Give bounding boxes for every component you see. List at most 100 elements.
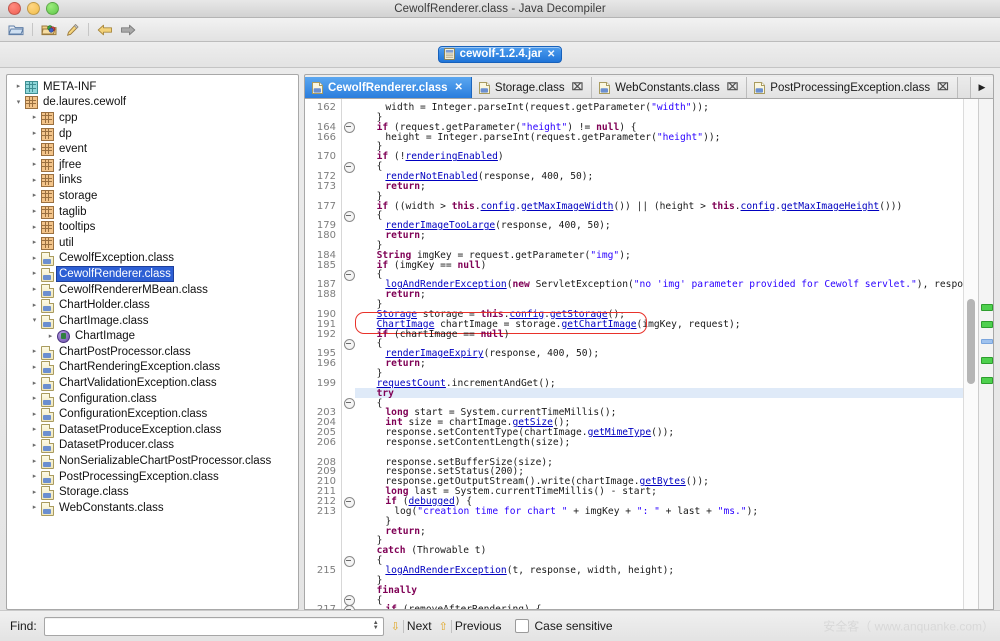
tree-node[interactable]: ▸ChartRenderingException.class bbox=[7, 360, 298, 376]
highlight-button[interactable] bbox=[62, 20, 82, 39]
code-line[interactable]: if (removeAfterRendering) { bbox=[385, 605, 541, 609]
chevron-right-icon[interactable]: ▸ bbox=[29, 208, 40, 215]
code-line[interactable]: height = Integer.parseInt(request.getPar… bbox=[385, 133, 720, 143]
tree-node[interactable]: ▾de.laures.cewolf bbox=[7, 95, 298, 111]
code-viewer[interactable]: 1621641661701721731771791801841851871881… bbox=[304, 98, 994, 610]
chevron-right-icon[interactable]: ▸ bbox=[29, 364, 40, 371]
code-line[interactable]: return; bbox=[385, 231, 425, 241]
chevron-right-icon[interactable]: ▸ bbox=[29, 458, 40, 465]
code-line[interactable]: return; bbox=[385, 182, 425, 192]
chevron-right-icon[interactable]: ▸ bbox=[29, 224, 40, 231]
chevron-right-icon[interactable]: ▸ bbox=[29, 504, 40, 511]
open-type-button[interactable] bbox=[39, 20, 59, 39]
editor-tab-close-icon[interactable]: ⌧ bbox=[727, 82, 739, 93]
chevron-right-icon[interactable]: ▸ bbox=[29, 239, 40, 246]
code-line[interactable]: { bbox=[377, 399, 383, 409]
code-line[interactable]: if (!renderingEnabled) bbox=[377, 152, 504, 162]
ruler-marker[interactable] bbox=[981, 339, 993, 344]
source-code-area[interactable]: width = Integer.parseInt(request.getPara… bbox=[355, 99, 963, 609]
tree-node[interactable]: ▸CewolfRendererMBean.class bbox=[7, 282, 298, 298]
chevron-down-icon[interactable]: ▾ bbox=[13, 99, 24, 106]
tree-node[interactable]: ▸storage bbox=[7, 188, 298, 204]
find-next-button[interactable]: ⇩ Next bbox=[391, 619, 432, 633]
find-previous-button[interactable]: ⇧ Previous bbox=[439, 619, 502, 633]
tree-node[interactable]: ▸CewolfException.class bbox=[7, 251, 298, 267]
chevron-right-icon[interactable]: ▸ bbox=[29, 411, 40, 418]
fold-toggle-icon[interactable] bbox=[344, 122, 355, 133]
tree-node[interactable]: ▸CewolfRenderer.class bbox=[7, 266, 298, 282]
chevron-down-icon[interactable]: ▾ bbox=[29, 317, 40, 324]
tree-node[interactable]: ▾ChartImage.class bbox=[7, 313, 298, 329]
checkbox-box[interactable] bbox=[515, 619, 529, 633]
fold-toggle-icon[interactable] bbox=[344, 270, 355, 281]
tree-node[interactable]: ▸ChartImage bbox=[7, 329, 298, 345]
code-line[interactable]: return; bbox=[385, 290, 425, 300]
ruler-marker[interactable] bbox=[981, 357, 993, 364]
file-tree-panel[interactable]: ▸META-INF▾de.laures.cewolf▸cpp▸dp▸event▸… bbox=[6, 74, 299, 610]
chevron-right-icon[interactable]: ▸ bbox=[29, 192, 40, 199]
tree-node[interactable]: ▸ConfigurationException.class bbox=[7, 406, 298, 422]
chevron-right-icon[interactable]: ▸ bbox=[29, 114, 40, 121]
editor-tab-close-icon[interactable]: ⌧ bbox=[937, 82, 949, 93]
tree-node[interactable]: ▸META-INF bbox=[7, 79, 298, 95]
code-line[interactable]: catch (Throwable t) bbox=[377, 546, 487, 556]
code-line[interactable]: { bbox=[377, 339, 383, 349]
tree-node[interactable]: ▸PostProcessingException.class bbox=[7, 469, 298, 485]
chevron-right-icon[interactable]: ▸ bbox=[29, 426, 40, 433]
fold-toggle-icon[interactable] bbox=[344, 556, 355, 567]
tree-node[interactable]: ▸Configuration.class bbox=[7, 391, 298, 407]
code-line[interactable]: logAndRenderException(t, response, width… bbox=[385, 566, 674, 576]
forward-button[interactable] bbox=[118, 20, 138, 39]
code-line[interactable]: { bbox=[377, 556, 383, 566]
ruler-marker[interactable] bbox=[981, 377, 993, 384]
code-vertical-scrollbar[interactable] bbox=[963, 99, 978, 609]
tree-node[interactable]: ▸WebConstants.class bbox=[7, 500, 298, 516]
chevron-right-icon[interactable]: ▸ bbox=[29, 380, 40, 387]
chevron-right-icon[interactable]: ▸ bbox=[29, 255, 40, 262]
code-line[interactable]: { bbox=[377, 211, 383, 221]
chevron-right-icon[interactable]: ▸ bbox=[29, 302, 40, 309]
jar-tab-cewolf[interactable]: cewolf-1.2.4.jar ✕ bbox=[438, 46, 563, 63]
code-line[interactable]: if (imgKey == null) bbox=[377, 261, 487, 271]
editor-tab[interactable]: Storage.class⌧ bbox=[472, 77, 592, 98]
code-folding-column[interactable] bbox=[342, 99, 355, 609]
more-tabs-button[interactable]: ▶ bbox=[970, 77, 993, 98]
chevron-right-icon[interactable]: ▸ bbox=[29, 442, 40, 449]
tree-node[interactable]: ▸cpp bbox=[7, 110, 298, 126]
tree-node[interactable]: ▸util bbox=[7, 235, 298, 251]
fold-toggle-icon[interactable] bbox=[344, 398, 355, 409]
code-line[interactable]: response.setContentLength(size); bbox=[385, 438, 570, 448]
tree-node[interactable]: ▸jfree bbox=[7, 157, 298, 173]
chevron-right-icon[interactable]: ▸ bbox=[29, 130, 40, 137]
chevron-right-icon[interactable]: ▸ bbox=[29, 146, 40, 153]
editor-tab[interactable]: PostProcessingException.class⌧ bbox=[747, 77, 957, 98]
code-line[interactable]: if (chartImage == null) bbox=[377, 330, 510, 340]
chevron-right-icon[interactable]: ▸ bbox=[29, 286, 40, 293]
code-line[interactable]: { bbox=[377, 162, 383, 172]
tree-node[interactable]: ▸ChartHolder.class bbox=[7, 297, 298, 313]
fold-toggle-icon[interactable] bbox=[344, 497, 355, 508]
tree-node[interactable]: ▸tooltips bbox=[7, 219, 298, 235]
code-line[interactable]: log("creation time for chart " + imgKe… bbox=[394, 507, 758, 517]
search-input[interactable]: ▲▼ bbox=[44, 617, 384, 636]
editor-tab[interactable]: WebConstants.class⌧ bbox=[592, 77, 747, 98]
back-button[interactable] bbox=[95, 20, 115, 39]
case-sensitive-checkbox[interactable]: Case sensitive bbox=[515, 619, 613, 633]
chevron-right-icon[interactable]: ▸ bbox=[29, 161, 40, 168]
chevron-right-icon[interactable]: ▸ bbox=[29, 395, 40, 402]
fold-toggle-icon[interactable] bbox=[344, 339, 355, 350]
tree-node[interactable]: ▸dp bbox=[7, 126, 298, 142]
overview-ruler[interactable] bbox=[978, 99, 993, 609]
editor-tab-close-icon[interactable]: ⌧ bbox=[572, 82, 584, 93]
tree-node[interactable]: ▸ChartValidationException.class bbox=[7, 375, 298, 391]
jar-tab-close-icon[interactable]: ✕ bbox=[547, 49, 555, 60]
chevron-right-icon[interactable]: ▸ bbox=[29, 348, 40, 355]
tree-node[interactable]: ▸links bbox=[7, 173, 298, 189]
tree-node[interactable]: ▸DatasetProduceException.class bbox=[7, 422, 298, 438]
tree-node[interactable]: ▸NonSerializableChartPostProcessor.class bbox=[7, 453, 298, 469]
chevron-right-icon[interactable]: ▸ bbox=[13, 83, 24, 90]
chevron-right-icon[interactable]: ▸ bbox=[29, 489, 40, 496]
editor-tab[interactable]: CewolfRenderer.class✕ bbox=[305, 77, 472, 98]
code-line[interactable]: width = Integer.parseInt(request.getPara… bbox=[385, 103, 708, 113]
code-line[interactable]: logAndRenderException(new ServletExcepti… bbox=[385, 280, 963, 290]
